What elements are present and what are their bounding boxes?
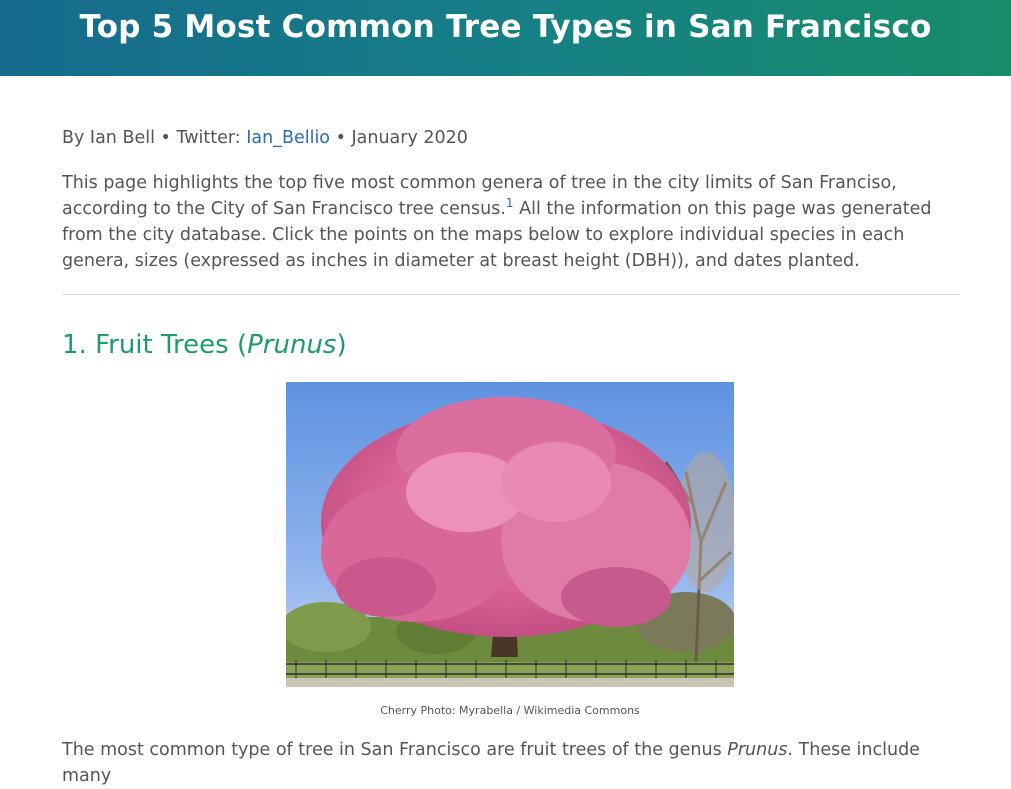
footnote-link[interactable]: 1 bbox=[506, 196, 514, 210]
section-heading-genus: Prunus bbox=[247, 330, 337, 360]
twitter-link[interactable]: Ian_Bellio bbox=[246, 128, 330, 148]
section-heading-suffix: ) bbox=[336, 330, 347, 360]
intro-paragraph: This page highlights the top five most c… bbox=[62, 170, 960, 274]
byline-prefix: By Ian Bell • Twitter: bbox=[62, 128, 247, 148]
byline-date: • January 2020 bbox=[330, 128, 468, 148]
page-title: Top 5 Most Common Tree Types in San Fran… bbox=[79, 9, 932, 45]
divider bbox=[62, 294, 960, 295]
page-header: Top 5 Most Common Tree Types in San Fran… bbox=[0, 0, 1011, 76]
section-heading-fruit-trees: 1. Fruit Trees (Prunus) bbox=[62, 328, 347, 362]
cherry-tree-photo bbox=[286, 382, 734, 687]
section-body-text: The most common type of tree in San Fran… bbox=[62, 737, 960, 789]
section-heading-prefix: 1. Fruit Trees ( bbox=[62, 330, 248, 360]
section-body-genus: Prunus bbox=[727, 740, 788, 760]
byline: By Ian Bell • Twitter: Ian_Bellio • Janu… bbox=[62, 125, 468, 151]
section-body-prefix: The most common type of tree in San Fran… bbox=[62, 740, 728, 760]
photo-caption: Cherry Photo: Myrabella / Wikimedia Comm… bbox=[380, 704, 640, 717]
